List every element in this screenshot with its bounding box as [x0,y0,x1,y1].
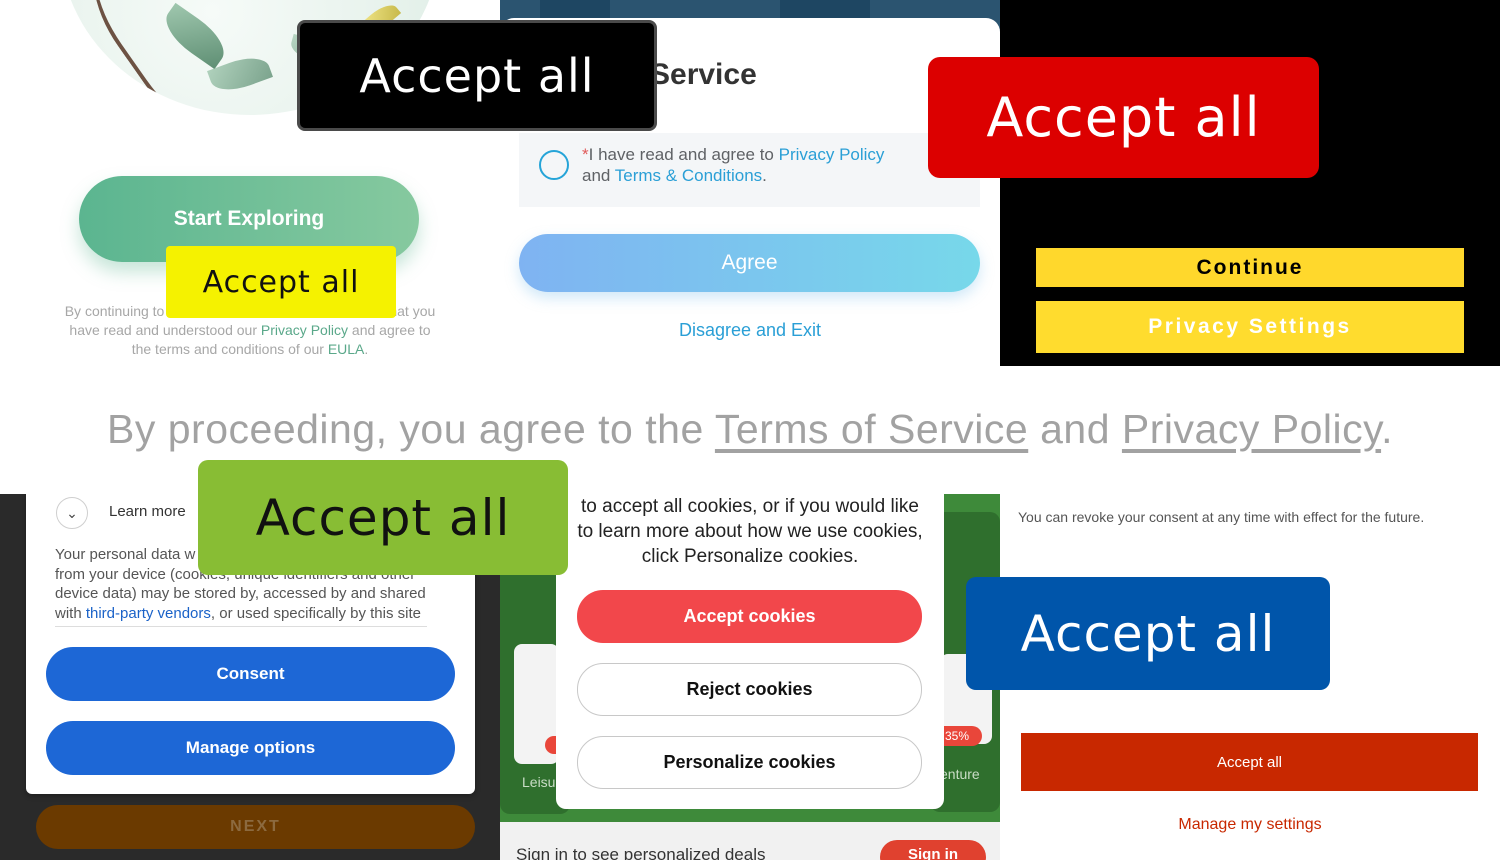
privacy-policy-link[interactable]: Privacy Policy [779,145,885,164]
body-line: with [55,604,86,622]
next-button[interactable]: NEXT [36,805,475,849]
dialog-title: Service [650,58,757,91]
accept-cookies-button[interactable]: Accept cookies [577,590,922,643]
notice-text: . [1381,406,1393,452]
terms-of-service-link[interactable]: Terms of Service [715,406,1028,452]
agreement-text: *I have read and agree to Privacy Policy… [582,144,962,186]
body-line: , or used specifically by this site [210,604,421,622]
terms-conditions-link[interactable]: Terms & Conditions [615,166,762,185]
cookie-dialog-text: to accept all cookies, or if you would l… [577,496,923,567]
accept-all-overlay-green[interactable]: Accept all [198,460,568,575]
agreement-label: . [762,166,767,185]
notice-text: By proceeding, you agree to the [107,406,715,452]
sign-in-button[interactable]: Sign in [880,840,986,860]
learn-more-toggle[interactable]: Learn more [109,503,186,520]
sign-in-prompt: Sign in to see personalized deals [516,845,766,860]
accept-all-overlay-yellow[interactable]: Accept all [166,246,396,318]
privacy-policy-link[interactable]: Privacy Policy [1122,406,1381,452]
agreement-label: I have read and agree to [588,145,779,164]
consent-button[interactable]: Consent [46,647,455,701]
proceeding-notice: By proceeding, you agree to the Terms of… [0,406,1500,453]
agree-button[interactable]: Agree [519,234,980,292]
disagree-exit-link[interactable]: Disagree and Exit [500,320,1000,341]
legal-text: . [364,341,369,357]
accept-all-overlay-red[interactable]: Accept all [928,57,1319,178]
panel-cookies: 35% Leisu enture Sign in to see personal… [500,494,1000,860]
category-label: enture [940,766,980,782]
accept-all-overlay-blue[interactable]: Accept all [966,577,1330,690]
third-party-vendors-link[interactable]: third-party vendors [86,605,211,622]
chevron-down-icon[interactable]: ⌄ [56,497,88,529]
continue-button[interactable]: Continue [1036,248,1464,287]
legal-text: By continuing to [64,303,165,319]
accept-all-overlay-black[interactable]: Accept all [297,20,657,131]
manage-settings-link[interactable]: Manage my settings [1000,816,1500,834]
legal-text: and agree to [348,322,431,338]
legal-text: have read and understood our [69,322,261,338]
body-line: device data) may be stored by, accessed … [55,585,426,602]
reject-cookies-button[interactable]: Reject cookies [577,663,922,716]
personalize-cookies-button[interactable]: Personalize cookies [577,736,922,789]
privacy-settings-button[interactable]: Privacy Settings [1036,301,1464,353]
revoke-consent-text: You can revoke your consent at any time … [1018,509,1425,525]
required-mark: * [582,145,589,164]
legal-text: hat you [389,303,436,319]
panel-continue: Continue Privacy Settings [1000,0,1500,366]
divider [55,626,427,627]
notice-text: and [1028,406,1122,452]
legal-text: the terms and conditions of our [131,341,328,357]
agreement-label: and [582,166,615,185]
accept-all-button[interactable]: Accept all [1021,733,1478,791]
privacy-policy-link[interactable]: Privacy Policy [261,322,348,338]
eula-link[interactable]: EULA [328,341,365,357]
category-label: Leisu [522,774,556,790]
agree-radio[interactable] [539,150,569,180]
manage-options-button[interactable]: Manage options [46,721,455,775]
